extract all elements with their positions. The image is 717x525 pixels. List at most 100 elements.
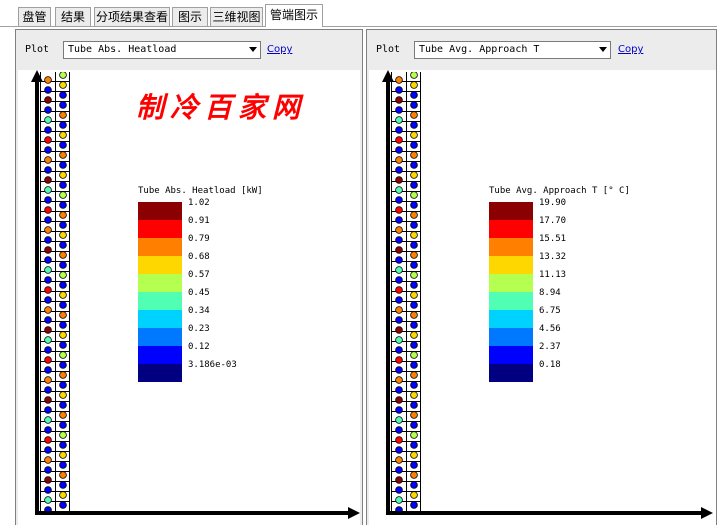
tab-coil[interactable]: 盘管 [18, 7, 51, 26]
tube-circle [410, 461, 418, 469]
tube-circle [44, 456, 52, 464]
tab-bar: 盘管 结果 分项结果查看 图示 三维视图 管端图示 [0, 0, 717, 27]
legend-swatch [138, 274, 182, 292]
copy-link[interactable]: Copy [267, 44, 292, 55]
legend-value: 17.70 [539, 216, 567, 226]
tube-circle [59, 411, 67, 419]
tube-circle [59, 231, 67, 239]
tube-circle [410, 391, 418, 399]
tube-circle [410, 471, 418, 479]
legend-value: 13.32 [539, 252, 567, 262]
tube-circle [59, 221, 67, 229]
tube-circle [44, 336, 52, 344]
tube-circle [395, 286, 403, 294]
tube-circle [395, 416, 403, 424]
tube-circle [395, 436, 403, 444]
tube-circle [410, 291, 418, 299]
tube-circle [395, 206, 403, 214]
tube-circle [395, 186, 403, 194]
tab-results[interactable]: 结果 [55, 7, 91, 26]
tube-circle [44, 306, 52, 314]
tube-circle [59, 491, 67, 499]
legend-value: 3.186e-03 [188, 360, 237, 370]
tube-circle [410, 231, 418, 239]
tube-circle [410, 481, 418, 489]
y-axis [35, 80, 39, 515]
tube-circle [44, 446, 52, 454]
tube-circle [44, 416, 52, 424]
tube-circle [395, 166, 403, 174]
tab-diagram[interactable]: 图示 [172, 7, 208, 26]
tube-circle [59, 431, 67, 439]
tube-circle [395, 406, 403, 414]
tube-strip [391, 72, 421, 515]
tube-circles [44, 72, 67, 514]
tube-circle [44, 486, 52, 494]
tube-circle [410, 281, 418, 289]
legend-value: 0.23 [188, 324, 210, 334]
tube-circle [44, 246, 52, 254]
tube-circle [44, 86, 52, 94]
copy-link[interactable]: Copy [618, 44, 643, 55]
tube-circle [395, 316, 403, 324]
tube-circle [59, 481, 67, 489]
tube-circle [410, 141, 418, 149]
legend-swatch [489, 364, 533, 382]
tube-circle [44, 226, 52, 234]
tube-circle [395, 176, 403, 184]
tube-strip [40, 72, 70, 515]
tube-circle [59, 241, 67, 249]
tube-circle [395, 446, 403, 454]
tube-circle [395, 146, 403, 154]
tube-circle [395, 326, 403, 334]
tube-circle [59, 331, 67, 339]
tube-circle [44, 396, 52, 404]
legend-value: 0.34 [188, 306, 210, 316]
x-axis [386, 511, 704, 515]
tube-circle [59, 151, 67, 159]
tube-circle [395, 346, 403, 354]
tube-circle [410, 301, 418, 309]
tube-circle [44, 196, 52, 204]
tube-circle [395, 226, 403, 234]
tube-circle [410, 331, 418, 339]
tube-circle [410, 201, 418, 209]
y-axis [386, 80, 390, 515]
tube-circle [59, 341, 67, 349]
legend-value: 0.18 [539, 360, 561, 370]
tube-circle [395, 96, 403, 104]
tab-3d-view[interactable]: 三维视图 [210, 7, 263, 26]
tab-itemized-results[interactable]: 分项结果查看 [94, 7, 170, 26]
plot-type-value: Tube Avg. Approach T [419, 44, 540, 55]
tube-circle [44, 106, 52, 114]
tube-circle [59, 191, 67, 199]
legend-swatch [489, 328, 533, 346]
plot-type-dropdown[interactable]: Tube Abs. Heatload [63, 41, 261, 59]
tube-circle [410, 401, 418, 409]
tube-circle [410, 381, 418, 389]
tube-circle [44, 376, 52, 384]
tube-circle [59, 301, 67, 309]
tube-circle [395, 476, 403, 484]
legend-value: 6.75 [539, 306, 561, 316]
x-axis [35, 511, 351, 515]
tube-circle [395, 216, 403, 224]
tube-circle [59, 281, 67, 289]
tube-circle [395, 86, 403, 94]
tube-circle [410, 251, 418, 259]
tube-circle [59, 271, 67, 279]
chevron-down-icon [249, 47, 257, 52]
tube-circle [44, 296, 52, 304]
tube-circle [410, 72, 418, 79]
plot-type-dropdown[interactable]: Tube Avg. Approach T [414, 41, 611, 59]
tube-circle [410, 411, 418, 419]
legend-swatch [489, 292, 533, 310]
tube-circle [44, 316, 52, 324]
tab-tube-end-diagram[interactable]: 管端图示 [265, 4, 323, 27]
legend-value: 11.13 [539, 270, 567, 280]
legend-value: 15.51 [539, 234, 567, 244]
tube-circle [44, 476, 52, 484]
tube-circle [395, 356, 403, 364]
y-axis-arrow [31, 70, 43, 82]
tube-circle [410, 91, 418, 99]
